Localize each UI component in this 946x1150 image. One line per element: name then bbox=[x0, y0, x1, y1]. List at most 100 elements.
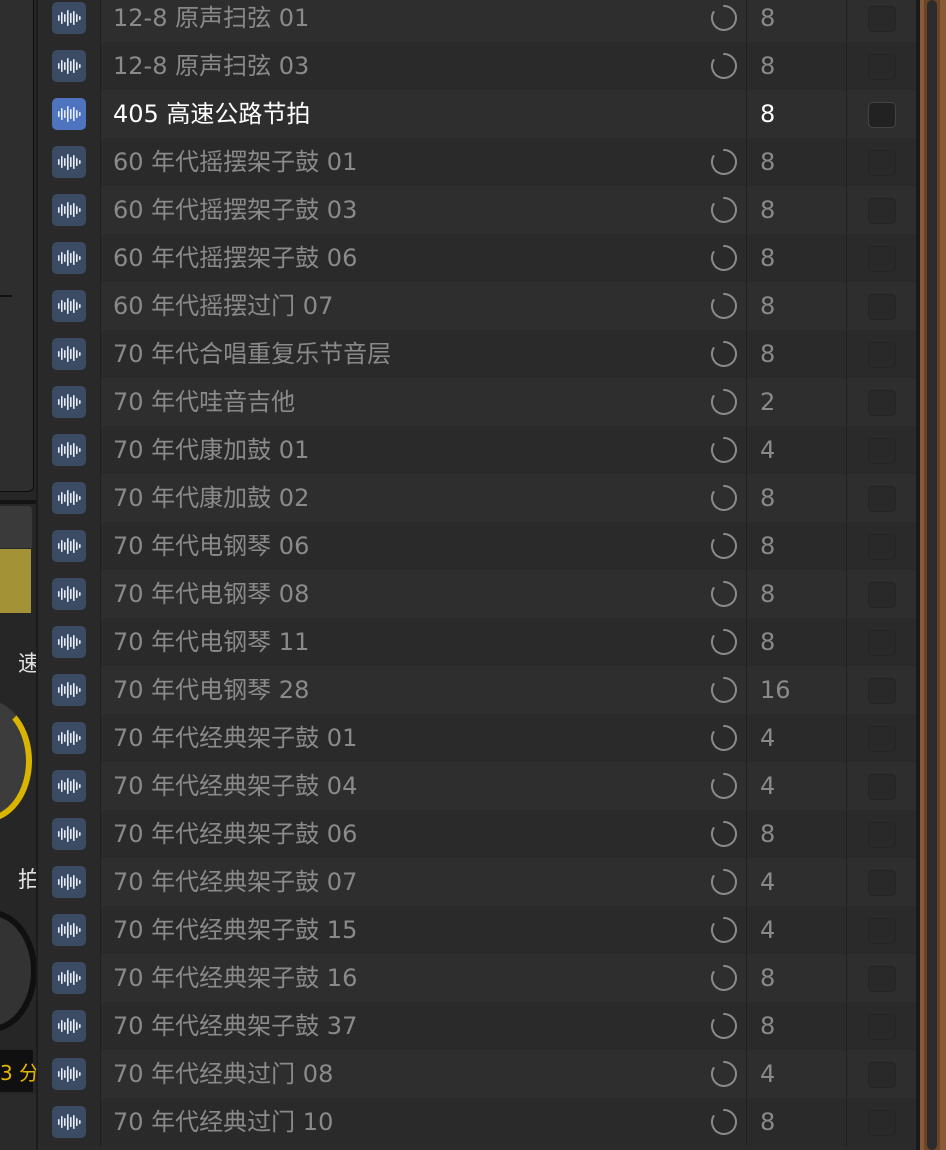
table-row[interactable]: 60 年代摇摆架子鼓 03 8 bbox=[38, 186, 916, 234]
loading-spinner-icon bbox=[710, 52, 738, 80]
favorite-checkbox[interactable] bbox=[868, 534, 896, 560]
table-row[interactable]: 405 高速公路节拍 8 bbox=[38, 90, 916, 138]
row-icon-cell bbox=[38, 282, 100, 330]
table-row[interactable]: 60 年代摇摆过门 07 8 bbox=[38, 282, 916, 330]
loading-spinner-icon bbox=[710, 292, 738, 320]
favorite-checkbox[interactable] bbox=[868, 870, 896, 896]
favorite-checkbox[interactable] bbox=[868, 486, 896, 512]
favorite-checkbox[interactable] bbox=[868, 150, 896, 176]
table-row[interactable]: 12-8 原声扫弦 03 8 bbox=[38, 42, 916, 90]
loading-spinner-icon bbox=[710, 772, 738, 800]
audio-waveform-icon bbox=[52, 2, 86, 34]
favorite-checkbox[interactable] bbox=[868, 966, 896, 992]
column-divider bbox=[100, 810, 101, 858]
row-icon-cell bbox=[38, 90, 100, 138]
favorite-checkbox[interactable] bbox=[868, 630, 896, 656]
loading-spinner-icon bbox=[710, 1060, 738, 1088]
table-row[interactable]: 70 年代经典架子鼓 07 4 bbox=[38, 858, 916, 906]
loop-name: 70 年代电钢琴 28 bbox=[113, 676, 310, 704]
table-row[interactable]: 60 年代摇摆架子鼓 06 8 bbox=[38, 234, 916, 282]
favorite-checkbox[interactable] bbox=[868, 1110, 896, 1136]
column-divider bbox=[100, 522, 101, 570]
loading-spinner-icon bbox=[710, 244, 738, 272]
favorite-checkbox[interactable] bbox=[868, 726, 896, 752]
table-row[interactable]: 70 年代经典架子鼓 16 8 bbox=[38, 954, 916, 1002]
loop-name: 70 年代经典架子鼓 04 bbox=[113, 772, 358, 800]
favorite-checkbox[interactable] bbox=[868, 774, 896, 800]
column-divider bbox=[746, 42, 747, 90]
column-divider bbox=[100, 570, 101, 618]
table-row[interactable]: 70 年代合唱重复乐节音层 8 bbox=[38, 330, 916, 378]
yellow-region-swatch[interactable] bbox=[0, 549, 31, 613]
favorite-checkbox[interactable] bbox=[868, 918, 896, 944]
audio-waveform-icon bbox=[52, 962, 86, 994]
row-icon-cell bbox=[38, 714, 100, 762]
table-row[interactable]: 70 年代经典架子鼓 01 4 bbox=[38, 714, 916, 762]
favorite-checkbox[interactable] bbox=[868, 294, 896, 320]
table-row[interactable]: 60 年代摇摆架子鼓 01 8 bbox=[38, 138, 916, 186]
row-icon-cell bbox=[38, 0, 100, 42]
column-divider bbox=[100, 234, 101, 282]
row-icon-cell bbox=[38, 330, 100, 378]
tempo-knob[interactable] bbox=[0, 700, 32, 822]
favorite-checkbox[interactable] bbox=[868, 438, 896, 464]
column-divider bbox=[100, 0, 101, 42]
beats-count: 16 bbox=[760, 676, 791, 704]
loading-spinner-icon bbox=[710, 1108, 738, 1136]
row-icon-cell bbox=[38, 522, 100, 570]
table-row[interactable]: 70 年代经典架子鼓 37 8 bbox=[38, 1002, 916, 1050]
favorite-checkbox[interactable] bbox=[868, 54, 896, 80]
loading-spinner-icon bbox=[710, 676, 738, 704]
table-row[interactable]: 70 年代经典过门 10 8 bbox=[38, 1098, 916, 1146]
favorite-checkbox[interactable] bbox=[868, 102, 896, 128]
favorite-checkbox[interactable] bbox=[868, 246, 896, 272]
table-row[interactable]: 70 年代哇音吉他 2 bbox=[38, 378, 916, 426]
loop-name: 70 年代康加鼓 02 bbox=[113, 484, 310, 512]
beats-count: 4 bbox=[760, 724, 776, 752]
column-divider bbox=[846, 666, 847, 714]
favorite-checkbox[interactable] bbox=[868, 1062, 896, 1088]
column-divider bbox=[846, 522, 847, 570]
table-row[interactable]: 70 年代康加鼓 02 8 bbox=[38, 474, 916, 522]
audio-waveform-icon bbox=[52, 722, 86, 754]
favorite-checkbox[interactable] bbox=[868, 822, 896, 848]
column-divider bbox=[746, 618, 747, 666]
table-row[interactable]: 70 年代经典架子鼓 06 8 bbox=[38, 810, 916, 858]
table-row[interactable]: 70 年代经典架子鼓 04 4 bbox=[38, 762, 916, 810]
favorite-checkbox[interactable] bbox=[868, 582, 896, 608]
beats-count: 8 bbox=[760, 1108, 776, 1136]
table-row[interactable]: 70 年代康加鼓 01 4 bbox=[38, 426, 916, 474]
column-divider bbox=[746, 90, 747, 138]
row-icon-cell bbox=[38, 906, 100, 954]
beats-count: 8 bbox=[760, 532, 776, 560]
scrollbar-thumb[interactable] bbox=[927, 0, 937, 1150]
row-icon-cell bbox=[38, 378, 100, 426]
column-divider bbox=[100, 42, 101, 90]
column-divider bbox=[846, 282, 847, 330]
table-row[interactable]: 12-8 原声扫弦 01 8 bbox=[38, 0, 916, 42]
column-divider bbox=[846, 474, 847, 522]
table-row[interactable]: 70 年代电钢琴 08 8 bbox=[38, 570, 916, 618]
favorite-checkbox[interactable] bbox=[868, 198, 896, 224]
favorite-checkbox[interactable] bbox=[868, 1014, 896, 1040]
row-icon-cell bbox=[38, 186, 100, 234]
table-row[interactable]: 70 年代电钢琴 28 16 bbox=[38, 666, 916, 714]
column-divider bbox=[746, 1098, 747, 1146]
audio-waveform-icon bbox=[52, 626, 86, 658]
favorite-checkbox[interactable] bbox=[868, 342, 896, 368]
favorite-checkbox[interactable] bbox=[868, 6, 896, 32]
audio-waveform-icon bbox=[52, 674, 86, 706]
beat-knob[interactable] bbox=[0, 910, 36, 1032]
left-inspector-panel: 速 拍 3 分 bbox=[0, 0, 36, 1150]
audio-waveform-icon bbox=[52, 290, 86, 322]
column-divider bbox=[746, 426, 747, 474]
table-row[interactable]: 70 年代电钢琴 06 8 bbox=[38, 522, 916, 570]
row-icon-cell bbox=[38, 42, 100, 90]
table-row[interactable]: 70 年代经典过门 08 4 bbox=[38, 1050, 916, 1098]
scrollbar-track[interactable] bbox=[920, 0, 946, 1150]
favorite-checkbox[interactable] bbox=[868, 678, 896, 704]
favorite-checkbox[interactable] bbox=[868, 390, 896, 416]
table-row[interactable]: 70 年代电钢琴 11 8 bbox=[38, 618, 916, 666]
column-divider bbox=[846, 810, 847, 858]
table-row[interactable]: 70 年代经典架子鼓 15 4 bbox=[38, 906, 916, 954]
